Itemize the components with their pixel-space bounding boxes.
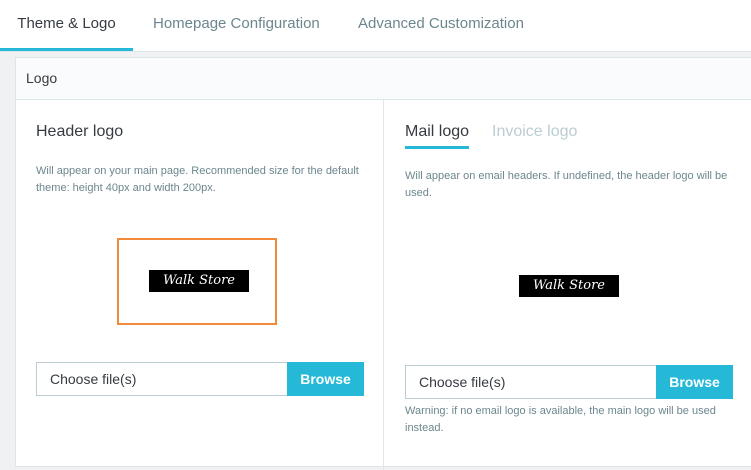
card-title: Logo	[26, 70, 58, 86]
top-tabs: Theme & Logo Homepage Configuration Adva…	[0, 0, 751, 52]
mail-logo-help: Will appear on email headers. If undefin…	[405, 170, 728, 199]
tab-homepage-configuration[interactable]: Homepage Configuration	[153, 0, 320, 51]
header-logo-image: Walk Store	[149, 270, 249, 292]
header-logo-title: Header logo	[36, 123, 124, 140]
card-header: Logo	[16, 58, 751, 100]
tab-advanced-customization[interactable]: Advanced Customization	[358, 0, 524, 51]
mail-logo-warning: Warning: if no email logo is available, …	[405, 405, 716, 434]
header-logo-help: Will appear on your main page. Recommend…	[36, 165, 359, 194]
tab-theme-logo[interactable]: Theme & Logo	[0, 0, 133, 51]
header-logo-file-input[interactable]: Choose file(s)	[36, 362, 287, 396]
mail-logo-image: Walk Store	[519, 275, 619, 297]
subtab-mail-logo[interactable]: Mail logo	[405, 123, 470, 149]
mail-logo-file-input[interactable]: Choose file(s)	[405, 365, 656, 399]
column-divider	[383, 100, 384, 470]
logo-card: Logo Header logo Will appear on your mai…	[15, 57, 751, 470]
mail-logo-browse-button[interactable]: Browse	[656, 365, 733, 399]
subtab-invoice-logo[interactable]: Invoice logo	[492, 123, 577, 141]
header-logo-browse-button[interactable]: Browse	[287, 362, 364, 396]
